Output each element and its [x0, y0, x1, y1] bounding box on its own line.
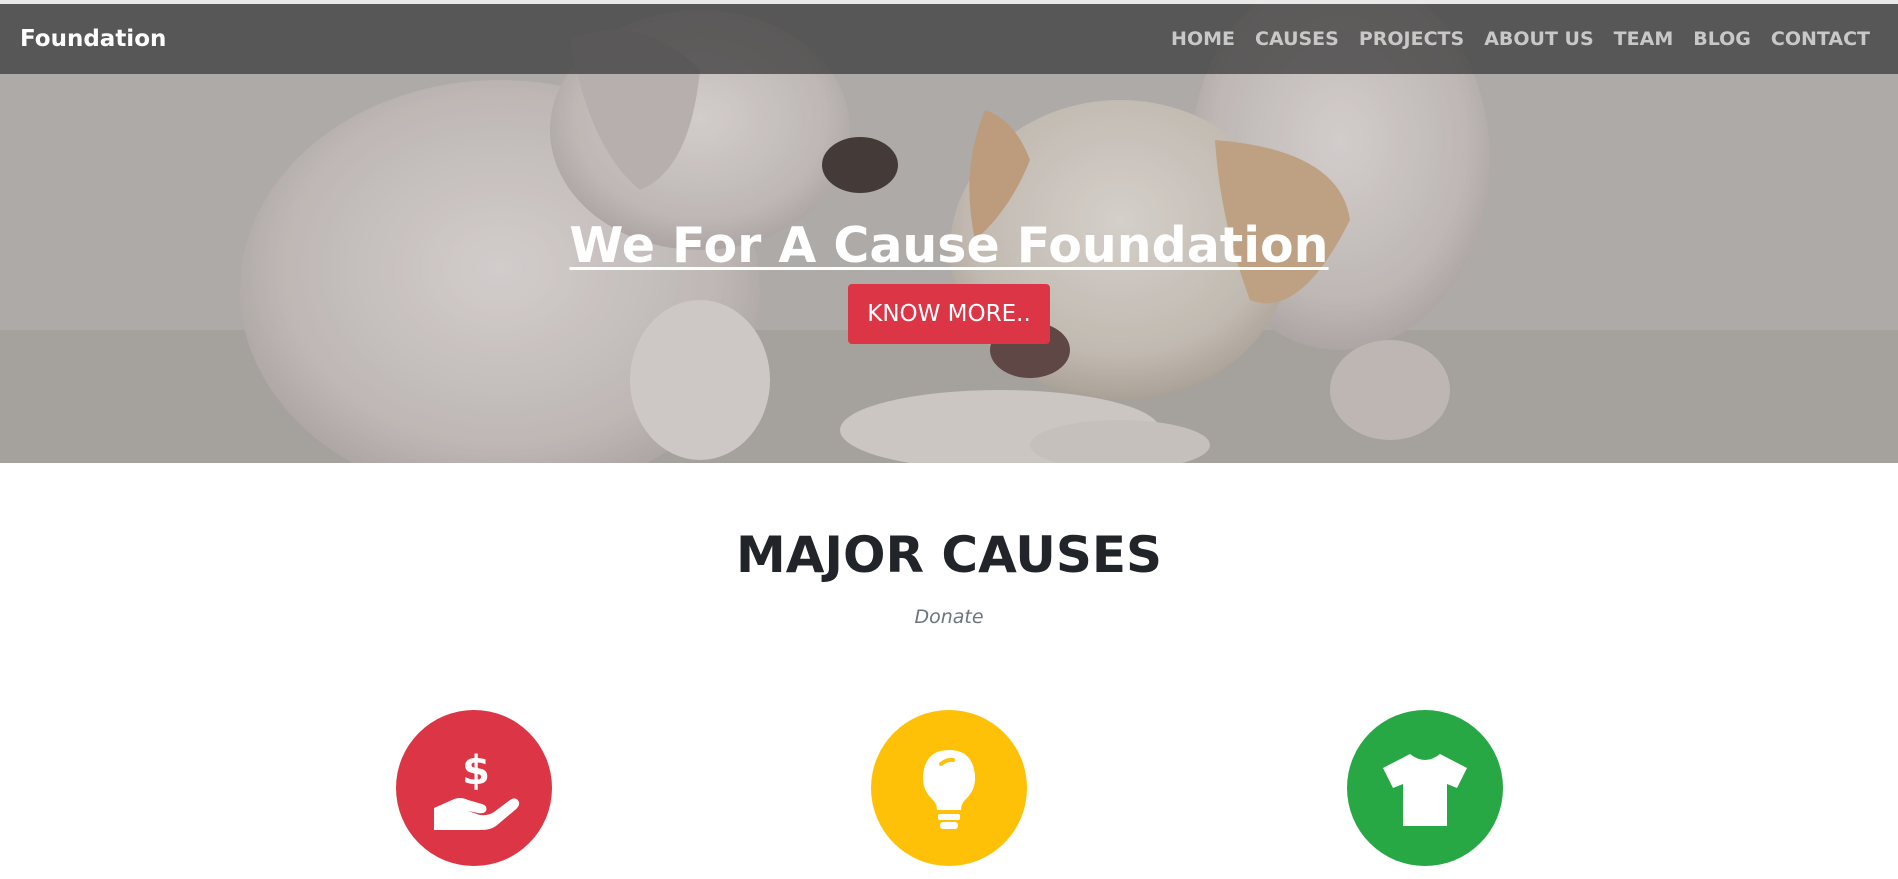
nav-item-causes: CAUSES	[1235, 28, 1339, 50]
nav-link-causes[interactable]: CAUSES	[1255, 28, 1339, 50]
nav-item-projects: PROJECTS	[1339, 28, 1464, 50]
nav-link-blog[interactable]: BLOG	[1693, 28, 1751, 50]
tshirt-icon	[1383, 754, 1467, 826]
nav-item-home: HOME	[1151, 28, 1235, 50]
nav-item-about-us: ABOUT US	[1464, 28, 1593, 50]
cause-donate-circle: $	[396, 710, 552, 866]
cause-clothes-circle	[1347, 710, 1503, 866]
hero-title-link[interactable]: We For A Cause Foundation	[569, 217, 1328, 274]
hero-title: We For A Cause Foundation	[0, 212, 1898, 280]
know-more-button[interactable]: KNOW MORE..	[848, 284, 1050, 344]
nav-item-contact: CONTACT	[1751, 28, 1870, 50]
nav-link-about-us[interactable]: ABOUT US	[1484, 28, 1593, 50]
navbar: Foundation HOME CAUSES PROJECTS ABOUT US…	[0, 4, 1898, 74]
brand-logo[interactable]: Foundation	[20, 4, 166, 74]
section-title-major-causes: MAJOR CAUSES	[735, 526, 1163, 584]
nav-link-projects[interactable]: PROJECTS	[1359, 28, 1464, 50]
nav-item-blog: BLOG	[1673, 28, 1751, 50]
section-subtitle: Donate	[914, 606, 984, 628]
nav-menu: HOME CAUSES PROJECTS ABOUT US TEAM BLOG …	[1151, 4, 1870, 74]
lightbulb-icon	[922, 750, 976, 829]
svg-text:$: $	[462, 748, 490, 794]
hand-holding-dollar-icon: $	[434, 748, 520, 830]
nav-item-team: TEAM	[1594, 28, 1674, 50]
nav-link-team[interactable]: TEAM	[1614, 28, 1674, 50]
nav-link-home[interactable]: HOME	[1171, 28, 1235, 50]
cause-ideas-circle	[871, 710, 1027, 866]
page: We For A Cause Foundation KNOW MORE.. Fo…	[0, 0, 1898, 879]
nav-link-contact[interactable]: CONTACT	[1771, 28, 1870, 50]
